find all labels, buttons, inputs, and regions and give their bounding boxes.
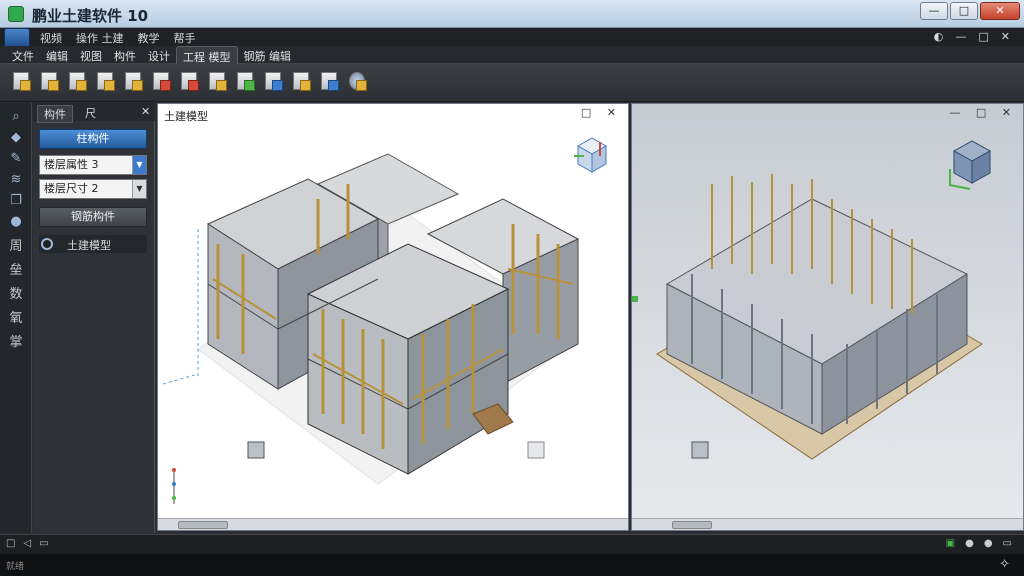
window-title: 鹏业土建软件 10 [32, 7, 149, 25]
viewport-left[interactable]: 土建模型 □ ✕ [157, 103, 629, 531]
chevron-down-icon[interactable]: ▼ [132, 180, 146, 198]
pin-icon[interactable]: ● [8, 214, 24, 230]
menu-item-operate[interactable]: 操作 土建 [76, 30, 124, 46]
left-panel: 构件 尺 ✕ 柱构件 楼层属性 3 ▼ 楼层尺寸 2 ▼ 钢筋构件 土建模型 [33, 103, 155, 533]
taskbar: 就绪 ✧ [0, 554, 1024, 576]
vtool-char-4[interactable]: 氧 [8, 307, 24, 326]
ribbon-tool-8-icon[interactable] [234, 69, 256, 93]
ribbon-tool-11-icon[interactable] [318, 69, 340, 93]
civil-model-label: 土建模型 [67, 239, 111, 252]
vtool-char-3[interactable]: 数 [8, 283, 24, 302]
app-window: 鹏业土建软件 10 — □ ✕ 视频 操作 土建 教学 帮手 ◐ — □ ✕ 文… [0, 0, 1024, 576]
floor-size-select[interactable]: 楼层尺寸 2 ▼ [39, 179, 147, 199]
ribbon-tool-7-icon[interactable] [206, 69, 228, 93]
horizontal-scrollbar-2[interactable] [632, 518, 1023, 530]
settings-icon[interactable]: ✧ [999, 557, 1010, 572]
menu-item-help[interactable]: 帮手 [174, 30, 196, 46]
maximize-button[interactable]: □ [950, 2, 978, 20]
vtool-char-2[interactable]: 垒 [8, 259, 24, 278]
menu-item-video[interactable]: 视频 [40, 30, 62, 46]
title-bar: 鹏业土建软件 10 — □ ✕ [0, 0, 1024, 28]
ribbon-tool-12-icon[interactable] [346, 69, 368, 93]
ready-status: 就绪 [6, 562, 25, 572]
status-icon-1[interactable]: □ [6, 538, 15, 549]
ribbon-tool-2-icon[interactable] [66, 69, 88, 93]
viewport-controls[interactable]: □ ✕ [581, 106, 622, 119]
layers-icon[interactable]: ≋ [8, 172, 24, 188]
panel-tab-components[interactable]: 构件 [37, 105, 73, 123]
floor-size-value: 楼层尺寸 2 [44, 182, 99, 195]
radio-icon [41, 238, 53, 250]
status-icon-3[interactable]: ▭ [39, 538, 48, 549]
ribbon-tool-6-icon[interactable] [178, 69, 200, 93]
ribbon-tool-5-icon[interactable] [150, 69, 172, 93]
horizontal-scrollbar[interactable] [158, 518, 628, 530]
ribbon-tool-4-icon[interactable] [122, 69, 144, 93]
viewport2-controls[interactable]: — □ ✕ [949, 106, 1017, 119]
ribbon-tool-0-icon[interactable] [10, 69, 32, 93]
panel-tab-ruler[interactable]: 尺 [85, 105, 96, 121]
doc-minimize-button[interactable]: — [955, 30, 966, 43]
status-right-icon-2[interactable]: ● [965, 538, 974, 549]
status-right-icon-1[interactable]: ▣ [946, 538, 955, 549]
chevron-down-icon[interactable]: ▼ [132, 156, 146, 174]
civil-model-radio[interactable]: 土建模型 [39, 235, 147, 253]
pen-icon[interactable]: ✎ [8, 151, 24, 167]
ribbon-tabs: 文件 编辑 视图 构件 设计 工程 模型 钢筋 编辑 [0, 46, 1024, 67]
menu-bar: 视频 操作 土建 教学 帮手 ◐ — □ ✕ [0, 28, 1024, 48]
copy-icon[interactable]: ❐ [8, 193, 24, 209]
doc-restore-button[interactable]: □ [978, 30, 988, 43]
vtool-char-5[interactable]: 掌 [8, 331, 24, 350]
app-icon [8, 6, 24, 22]
column-component-button[interactable]: 柱构件 [39, 129, 147, 149]
viewport-right[interactable]: — □ ✕ [631, 103, 1024, 531]
vtool-char-1[interactable]: 周 [8, 235, 24, 254]
menu-item-teach[interactable]: 教学 [138, 30, 160, 46]
rebar-model-3d [632, 140, 992, 460]
status-bar: □ ◁ ▭ ▣ ● ● ▭ [0, 534, 1024, 554]
rebar-component-button[interactable]: 钢筋构件 [39, 207, 147, 227]
building-model-3d [162, 137, 608, 504]
status-right-icon-4[interactable]: ▭ [1003, 538, 1012, 549]
scroll-thumb-2[interactable] [672, 521, 712, 529]
ribbon-tool-9-icon[interactable] [262, 69, 284, 93]
ribbon-tool-10-icon[interactable] [290, 69, 312, 93]
ribbon-tool-1-icon[interactable] [38, 69, 60, 93]
status-right-icon-3[interactable]: ● [984, 538, 993, 549]
theme-icon[interactable]: ◐ [934, 30, 944, 43]
panel-close-icon[interactable]: ✕ [141, 105, 150, 118]
doc-close-button[interactable]: ✕ [1001, 30, 1010, 43]
status-icon-2[interactable]: ◁ [23, 538, 31, 549]
floor-property-select[interactable]: 楼层属性 3 ▼ [39, 155, 147, 175]
floor-property-value: 楼层属性 3 [44, 158, 99, 171]
search-icon[interactable]: ⌕ [8, 109, 24, 125]
app-menu-button[interactable] [4, 28, 30, 48]
vertical-toolbar: ⌕ ◆ ✎ ≋ ❐ ● 周 垒 数 氧 掌 [0, 103, 32, 533]
scroll-thumb[interactable] [178, 521, 228, 529]
cube-icon[interactable]: ◆ [8, 130, 24, 146]
ribbon-tool-3-icon[interactable] [94, 69, 116, 93]
close-button[interactable]: ✕ [980, 2, 1020, 20]
viewport-title: 土建模型 [164, 110, 208, 123]
ribbon-toolbar [0, 64, 1024, 102]
minimize-button[interactable]: — [920, 2, 948, 20]
